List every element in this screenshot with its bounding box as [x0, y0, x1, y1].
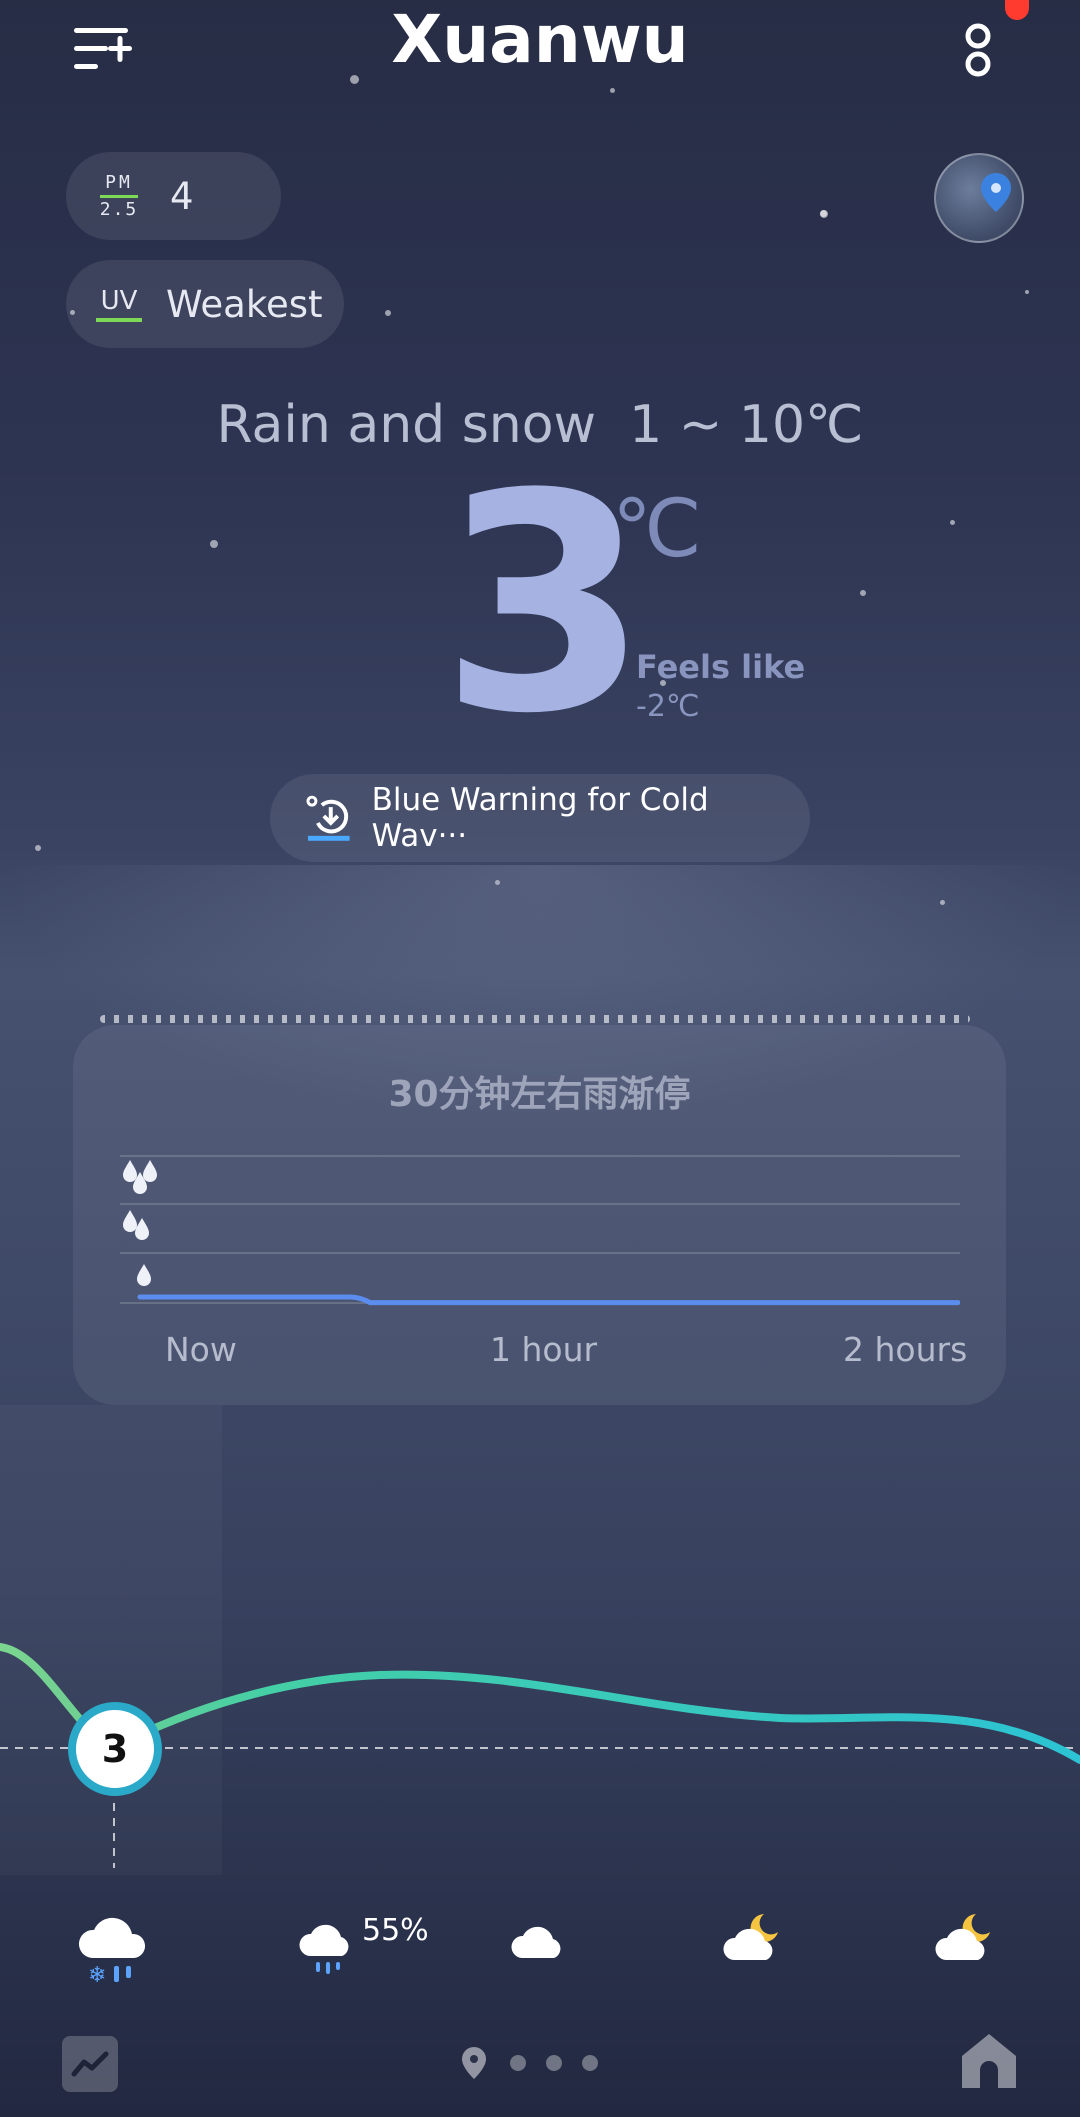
- precip-line-chart: [137, 1294, 960, 1306]
- location-pin-icon: [981, 173, 1011, 212]
- cold-wave-warning-icon: [306, 795, 350, 841]
- uv-pill[interactable]: UV Weakest: [66, 260, 344, 348]
- page-dot: [582, 2055, 598, 2071]
- warning-text: Blue Warning for Cold Wav···: [371, 782, 709, 854]
- precip-card-title: 30分钟左右雨渐停: [388, 1074, 691, 1115]
- rain-icon: [299, 1924, 349, 1974]
- heavy-rain-drops-icon: [123, 1160, 157, 1194]
- partly-cloudy-night-icon: [723, 1914, 778, 1960]
- notification-dot: [1005, 0, 1029, 20]
- x-label-1-hour: 1 hour: [490, 1330, 598, 1369]
- weather-warning-button[interactable]: Blue Warning for Cold Wav···: [270, 774, 810, 862]
- svg-text:❄: ❄: [88, 1963, 106, 1988]
- feels-like-value: -2℃: [636, 689, 700, 724]
- city-title: Xuanwu: [391, 1, 689, 78]
- add-city-button[interactable]: [72, 22, 134, 78]
- hourly-temperature-curve: [0, 1643, 1080, 1868]
- current-temp: 3: [440, 430, 649, 779]
- uv-icon: UV: [96, 287, 142, 322]
- location-page-icon: [462, 2047, 486, 2079]
- trend-chart-icon: [71, 2051, 109, 2077]
- more-icon: [965, 23, 991, 77]
- page-dot: [546, 2055, 562, 2071]
- rain-snow-icon: ❄: [78, 1917, 146, 1988]
- temperature-line: [0, 1643, 1080, 1764]
- precip-series-line: [137, 1294, 960, 1306]
- home-button[interactable]: [958, 2030, 1020, 2092]
- current-temp-marker-value: 3: [101, 1727, 129, 1771]
- pm25-pill[interactable]: PM 2.5 4: [66, 152, 281, 240]
- x-label-2-hours: 2 hours: [843, 1330, 968, 1369]
- uv-value: Weakest: [166, 282, 323, 326]
- x-label-now: Now: [165, 1330, 237, 1369]
- trend-button[interactable]: [62, 2036, 118, 2092]
- snow-ridge: [100, 1015, 970, 1023]
- pm25-value: 4: [170, 174, 194, 218]
- home-icon: [962, 2034, 1016, 2088]
- temp-unit: ℃: [612, 482, 702, 575]
- cloud-icon: [511, 1926, 561, 1958]
- current-temp-marker: 3: [68, 1702, 162, 1796]
- location-map-button[interactable]: [934, 153, 1024, 243]
- partly-cloudy-night-icon: [935, 1914, 990, 1960]
- page-indicator: [460, 2046, 598, 2080]
- feels-like-label: Feels like: [636, 648, 806, 686]
- menu-add-icon: [74, 28, 132, 69]
- moderate-rain-drops-icon: [123, 1210, 149, 1240]
- precip-probability: 55%: [362, 1913, 429, 1948]
- page-dot: [510, 2055, 526, 2071]
- pm25-icon: PM 2.5: [99, 171, 139, 220]
- more-options-button[interactable]: [960, 18, 1000, 84]
